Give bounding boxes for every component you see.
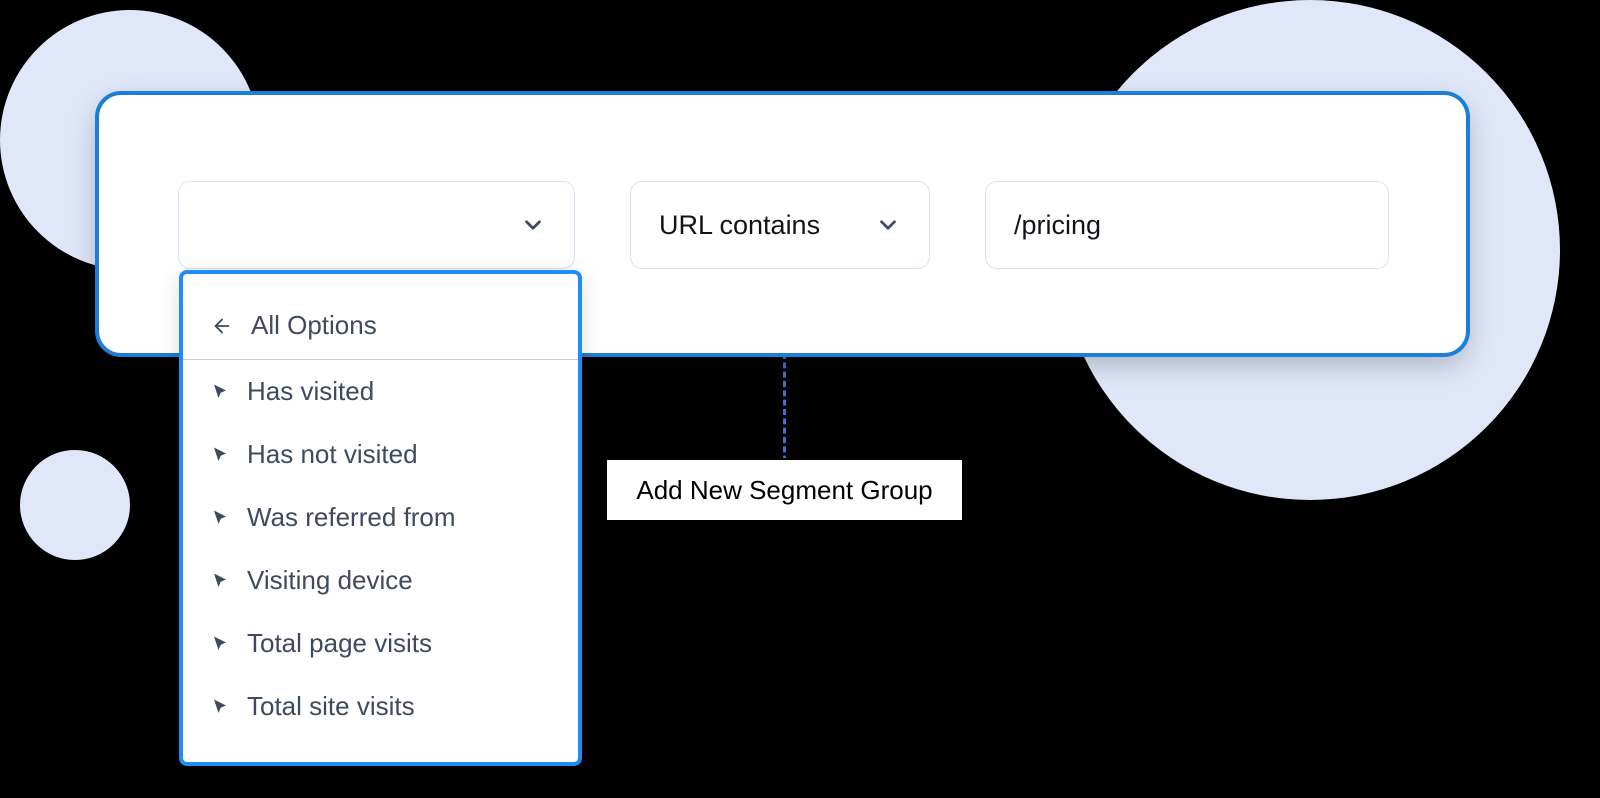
bg-circle-bottom-left [20, 450, 130, 560]
dropdown-item-visiting-device[interactable]: Visiting device [183, 549, 578, 612]
dropdown-item-was-referred-from[interactable]: Was referred from [183, 486, 578, 549]
cursor-icon [211, 383, 229, 401]
segment-condition-row: URL contains [178, 181, 1389, 269]
operator-select[interactable]: URL contains [630, 181, 930, 269]
dropdown-back-all-options[interactable]: All Options [183, 296, 578, 360]
operator-select-value: URL contains [659, 210, 820, 241]
dropdown-item-label: Total site visits [247, 691, 415, 722]
chevron-down-icon [875, 212, 901, 238]
condition-select[interactable] [178, 181, 575, 269]
chevron-down-icon [520, 212, 546, 238]
add-segment-group-label: Add New Segment Group [636, 475, 932, 506]
dropdown-item-total-site-visits[interactable]: Total site visits [183, 675, 578, 738]
arrow-left-icon [211, 315, 233, 337]
cursor-icon [211, 509, 229, 527]
cursor-icon [211, 446, 229, 464]
dropdown-item-label: Has not visited [247, 439, 418, 470]
cursor-icon [211, 572, 229, 590]
value-input[interactable] [985, 181, 1389, 269]
connector-line [783, 353, 786, 471]
dropdown-item-has-visited[interactable]: Has visited [183, 360, 578, 423]
dropdown-item-total-page-visits[interactable]: Total page visits [183, 612, 578, 675]
dropdown-item-label: Has visited [247, 376, 374, 407]
cursor-icon [211, 635, 229, 653]
dropdown-item-label: Was referred from [247, 502, 456, 533]
add-segment-group-button[interactable]: Add New Segment Group [605, 458, 964, 522]
dropdown-item-has-not-visited[interactable]: Has not visited [183, 423, 578, 486]
dropdown-header-label: All Options [251, 310, 377, 341]
cursor-icon [211, 698, 229, 716]
dropdown-item-label: Visiting device [247, 565, 413, 596]
dropdown-item-label: Total page visits [247, 628, 432, 659]
condition-dropdown-panel: All Options Has visited Has not visited … [183, 274, 578, 762]
